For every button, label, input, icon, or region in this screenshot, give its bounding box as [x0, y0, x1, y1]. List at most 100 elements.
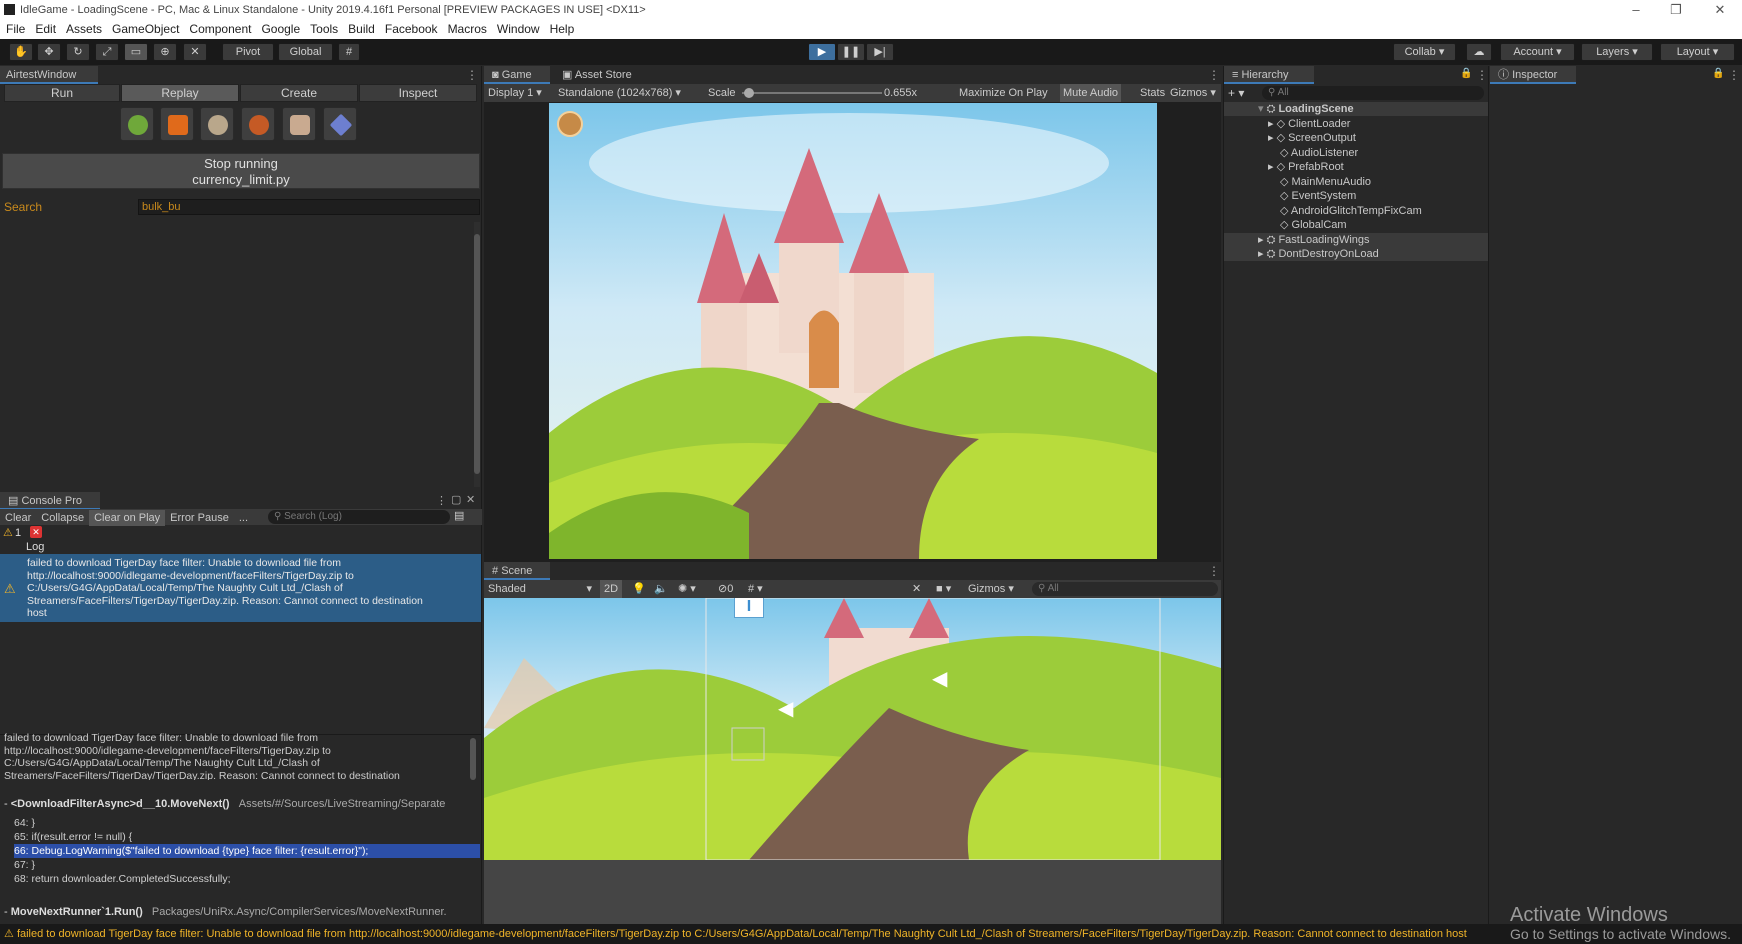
- replay-button[interactable]: Replay: [121, 84, 239, 102]
- gem-icon[interactable]: [160, 107, 194, 141]
- hierarchy-item[interactable]: ▸ ◇ PrefabRoot: [1268, 160, 1344, 174]
- rotate-tool-icon[interactable]: ↻: [66, 43, 90, 61]
- console-search-input[interactable]: ⚲ Search (Log): [268, 510, 450, 524]
- pause-button[interactable]: ❚❚: [837, 43, 865, 61]
- console-menu-icon[interactable]: ⋮: [436, 494, 447, 507]
- clear-button[interactable]: Clear: [0, 510, 36, 526]
- tab-asset-store[interactable]: ▣ Asset Store: [554, 66, 644, 84]
- hierarchy-item[interactable]: ▸ ◇ ClientLoader: [1268, 117, 1350, 131]
- grid-snap-icon[interactable]: #: [338, 43, 360, 61]
- hand-tool-icon[interactable]: ✋: [9, 43, 33, 61]
- airtest-scrollbar[interactable]: [474, 222, 480, 487]
- lock-icon[interactable]: 🔒: [1460, 68, 1472, 79]
- log-entry[interactable]: ⚠ failed to download TigerDay face filte…: [0, 554, 481, 622]
- scene-root[interactable]: ▸ ⛭ FastLoadingWings: [1224, 233, 1488, 247]
- shading-dropdown[interactable]: Shaded ▾: [488, 580, 592, 598]
- detail-scrollbar[interactable]: [470, 738, 476, 780]
- move-tool-icon[interactable]: ✥: [37, 43, 61, 61]
- hierarchy-item[interactable]: ◇ MainMenuAudio: [1280, 175, 1371, 189]
- menu-google[interactable]: Google: [255, 20, 304, 39]
- audio-icon[interactable]: 🔈: [654, 580, 668, 598]
- stack-frame-2[interactable]: - MoveNextRunner`1.Run() Packages/UniRx.…: [4, 906, 447, 918]
- filter-icon[interactable]: ▤: [454, 509, 464, 522]
- maximize-icon[interactable]: ❐: [1656, 0, 1696, 20]
- tab-console-pro[interactable]: ▤ Console Pro: [0, 492, 100, 510]
- mode-2d-toggle[interactable]: 2D: [600, 580, 623, 598]
- menu-help[interactable]: Help: [544, 20, 579, 39]
- settings-icon[interactable]: [557, 111, 583, 137]
- tab-scene[interactable]: # Scene: [484, 562, 550, 580]
- error-filter-icon[interactable]: ✕: [30, 526, 42, 538]
- game-menu-icon[interactable]: ⋮: [1208, 68, 1220, 82]
- menu-gameobject[interactable]: GameObject: [106, 20, 183, 39]
- menu-assets[interactable]: Assets: [60, 20, 106, 39]
- stack-frame-1[interactable]: - <DownloadFilterAsync>d__10.MoveNext() …: [4, 798, 445, 810]
- transform-tool-icon[interactable]: ⊕: [153, 43, 177, 61]
- error-pause-button[interactable]: Error Pause: [165, 510, 234, 526]
- menu-build[interactable]: Build: [342, 20, 379, 39]
- custom-tool-icon[interactable]: ✕: [183, 43, 207, 61]
- horn-icon[interactable]: [282, 107, 316, 141]
- currency-icon[interactable]: [120, 107, 154, 141]
- scene-menu-icon[interactable]: ⋮: [1208, 564, 1220, 578]
- collapse-button[interactable]: Collapse: [36, 510, 89, 526]
- mute-audio-toggle[interactable]: Mute Audio: [1060, 84, 1122, 102]
- stop-running-button[interactable]: Stop running currency_limit.py: [2, 153, 480, 189]
- hierarchy-item[interactable]: ◇ AndroidGlitchTempFixCam: [1280, 204, 1422, 218]
- close-icon[interactable]: ✕: [1700, 0, 1740, 20]
- clear-on-play-button[interactable]: Clear on Play: [89, 510, 166, 526]
- layers-dropdown[interactable]: Layers ▾: [1581, 43, 1653, 61]
- layout-dropdown[interactable]: Layout ▾: [1660, 43, 1735, 61]
- menu-facebook[interactable]: Facebook: [379, 20, 442, 39]
- hierarchy-search-input[interactable]: ⚲ All: [1262, 86, 1484, 100]
- inspector-menu-icon[interactable]: ⋮: [1728, 68, 1740, 82]
- scene-root[interactable]: ▸ ⛭ DontDestroyOnLoad: [1224, 247, 1488, 261]
- pivot-toggle[interactable]: Pivot: [222, 43, 274, 61]
- more-button[interactable]: ...: [234, 510, 253, 526]
- play-button[interactable]: ▶: [808, 43, 836, 61]
- maximize-on-play-toggle[interactable]: Maximize On Play: [959, 84, 1048, 102]
- lighting-icon[interactable]: 💡: [632, 580, 646, 598]
- status-bar[interactable]: ⚠ failed to download TigerDay face filte…: [0, 924, 1742, 944]
- tab-inspector[interactable]: ⓘ Inspector: [1490, 66, 1576, 84]
- effects-icon[interactable]: ✺ ▾: [678, 580, 696, 598]
- rect-tool-icon[interactable]: ▭: [124, 43, 148, 61]
- hierarchy-item[interactable]: ◇ AudioListener: [1280, 146, 1358, 160]
- global-toggle[interactable]: Global: [278, 43, 333, 61]
- inspect-button[interactable]: Inspect: [359, 84, 477, 102]
- tab-game[interactable]: ◙ Game: [484, 66, 550, 84]
- menu-file[interactable]: File: [0, 20, 29, 39]
- display-dropdown[interactable]: Display 1 ▾: [488, 84, 542, 102]
- hierarchy-item[interactable]: ▸ ◇ ScreenOutput: [1268, 131, 1356, 145]
- close-panel-icon[interactable]: ✕: [466, 493, 475, 506]
- resolution-dropdown[interactable]: Standalone (1024x768) ▾: [558, 84, 688, 102]
- tab-airtest[interactable]: AirtestWindow: [0, 66, 98, 84]
- tools-icon[interactable]: ✕: [912, 580, 921, 598]
- hierarchy-menu-icon[interactable]: ⋮: [1476, 68, 1488, 82]
- scale-slider[interactable]: [742, 92, 882, 94]
- grid-icon[interactable]: # ▾: [748, 580, 763, 598]
- scale-slider-handle[interactable]: [744, 88, 754, 98]
- camera-icon[interactable]: ■ ▾: [936, 580, 951, 598]
- inspector-lock-icon[interactable]: 🔒: [1712, 68, 1724, 79]
- scale-tool-icon[interactable]: ⤢: [95, 43, 119, 61]
- menu-edit[interactable]: Edit: [29, 20, 60, 39]
- character-icon[interactable]: [200, 107, 234, 141]
- search-input[interactable]: bulk_bu: [138, 199, 480, 215]
- run-button[interactable]: Run: [4, 84, 120, 102]
- hierarchy-item[interactable]: ◇ GlobalCam: [1280, 218, 1347, 232]
- badge-icon[interactable]: [241, 107, 275, 141]
- menu-component[interactable]: Component: [183, 20, 255, 39]
- cloud-icon[interactable]: ☁: [1466, 43, 1492, 61]
- tab-hierarchy[interactable]: ≡ Hierarchy: [1224, 66, 1314, 84]
- scene-render[interactable]: I ◀ ◀: [484, 598, 1221, 860]
- hidden-objects-toggle[interactable]: ⊘0: [718, 580, 733, 598]
- panel-menu-icon[interactable]: ⋮: [466, 68, 478, 82]
- gizmos-dropdown[interactable]: Gizmos ▾: [1170, 84, 1216, 102]
- menu-macros[interactable]: Macros: [442, 20, 491, 39]
- menu-window[interactable]: Window: [491, 20, 544, 39]
- menu-tools[interactable]: Tools: [304, 20, 342, 39]
- minimize-icon[interactable]: –: [1616, 0, 1656, 20]
- stats-toggle[interactable]: Stats: [1140, 84, 1165, 102]
- maximize-panel-icon[interactable]: ▢: [451, 493, 461, 506]
